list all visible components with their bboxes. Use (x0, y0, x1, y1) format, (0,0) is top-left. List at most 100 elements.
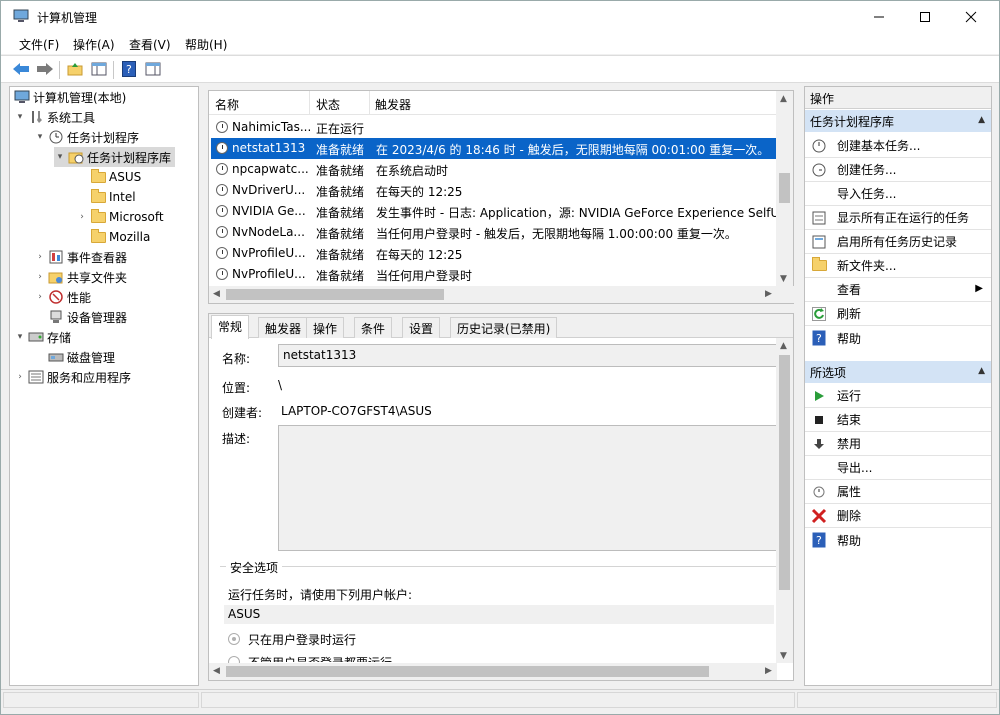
tree-item-microsoft[interactable]: › Microsoft (76, 207, 164, 227)
action-create-task[interactable]: 创建任务... (805, 158, 991, 182)
tree-item-asus[interactable]: ASUS (76, 167, 141, 187)
tab-conditions[interactable]: 条件 (354, 317, 393, 338)
menu-file[interactable]: 文件(F) (19, 36, 59, 53)
tree-item-storage[interactable]: ▾ 存储 (14, 327, 71, 347)
collapse-arrow-icon[interactable]: ▾ (14, 112, 26, 122)
task-row[interactable]: NvProfileU... 准备就绪 在每天的 12:25 (211, 243, 777, 264)
menu-action[interactable]: 操作(A) (73, 36, 115, 53)
maximize-button[interactable] (902, 1, 948, 32)
scroll-up-icon[interactable]: ▲ (780, 94, 787, 104)
scroll-up-icon[interactable]: ▲ (780, 341, 787, 351)
tree-item-device-manager[interactable]: 设备管理器 (34, 307, 127, 327)
run-as-user-field[interactable]: ASUS (224, 605, 774, 624)
action-show-running-tasks[interactable]: 显示所有正在运行的任务 (805, 206, 991, 230)
action-end[interactable]: 结束 (805, 408, 991, 432)
scroll-down-icon[interactable]: ▼ (780, 651, 787, 661)
action-create-basic-task[interactable]: 创建基本任务... (805, 134, 991, 158)
column-header-name[interactable]: 名称 (215, 96, 239, 113)
tree-item-task-scheduler[interactable]: ▾ 任务计划程序 (34, 127, 139, 147)
task-row[interactable]: NvNodeLa... 准备就绪 当任何用户登录时 - 触发后，无限期地每隔 1… (211, 222, 777, 243)
show-hide-tree-button[interactable] (89, 60, 109, 78)
task-row[interactable]: npcapwatc... 准备就绪 在系统启动时 (211, 159, 777, 180)
description-field[interactable] (278, 425, 778, 551)
action-label: 创建任务... (837, 163, 897, 177)
tab-triggers[interactable]: 触发器 (258, 317, 309, 338)
scroll-right-icon[interactable]: ▶ (765, 289, 772, 299)
action-properties[interactable]: 属性 (805, 480, 991, 504)
list-vertical-scrollbar[interactable]: ▲ ▼ (776, 91, 793, 286)
scroll-left-icon[interactable]: ◀ (213, 666, 220, 676)
menu-help[interactable]: 帮助(H) (185, 36, 227, 53)
detail-vertical-scrollbar[interactable]: ▲ ▼ (776, 338, 793, 663)
column-header-trigger[interactable]: 触发器 (375, 96, 411, 113)
action-run[interactable]: 运行 (805, 384, 991, 408)
task-row[interactable]: NahimicTas... 正在运行 (211, 117, 777, 138)
action-export[interactable]: 导出... (805, 456, 991, 480)
action-delete[interactable]: 删除 (805, 504, 991, 528)
tree-item-shared-folders[interactable]: › 共享文件夹 (34, 267, 127, 287)
section-task-scheduler-library[interactable]: 任务计划程序库 ▲ (805, 110, 991, 132)
stop-icon (811, 412, 827, 428)
detail-horizontal-scrollbar[interactable]: ◀ ▶ (209, 663, 777, 680)
tab-history[interactable]: 历史记录(已禁用) (450, 317, 558, 338)
task-clock-icon (216, 184, 228, 196)
tree-item-intel[interactable]: Intel (76, 187, 136, 207)
scroll-right-icon[interactable]: ▶ (765, 666, 772, 676)
help-button[interactable]: ? (119, 60, 139, 78)
tab-settings[interactable]: 设置 (402, 317, 441, 338)
scroll-thumb[interactable] (779, 173, 790, 203)
tree-item-services-apps[interactable]: › 服务和应用程序 (14, 367, 131, 387)
action-import-task[interactable]: 导入任务... (805, 182, 991, 206)
action-help-selected[interactable]: ? 帮助 (805, 528, 991, 552)
radio-run-only-logged-on[interactable] (228, 633, 240, 645)
expand-arrow-icon[interactable]: › (14, 372, 26, 382)
expand-arrow-icon[interactable]: › (76, 212, 88, 222)
minimize-button[interactable] (856, 1, 902, 32)
collapse-caret-icon[interactable]: ▲ (978, 115, 985, 125)
collapse-arrow-icon[interactable]: ▾ (34, 132, 46, 142)
collapse-caret-icon[interactable]: ▲ (978, 366, 985, 376)
scroll-thumb[interactable] (226, 666, 709, 677)
expand-arrow-icon[interactable]: › (34, 272, 46, 282)
task-row-selected[interactable]: netstat1313 准备就绪 在 2023/4/6 的 18:46 时 - … (211, 138, 777, 159)
location-label: 位置: (222, 381, 251, 395)
action-enable-history[interactable]: 启用所有任务历史记录 (805, 230, 991, 254)
tree-item-performance[interactable]: › 性能 (34, 287, 91, 307)
tree-item-event-viewer[interactable]: › 事件查看器 (34, 247, 127, 267)
expand-arrow-icon[interactable]: › (34, 292, 46, 302)
scroll-down-icon[interactable]: ▼ (780, 274, 787, 284)
tab-actions[interactable]: 操作 (306, 317, 345, 338)
action-help[interactable]: ? 帮助 (805, 326, 991, 350)
scroll-thumb[interactable] (226, 289, 444, 300)
tree-item-computer-management[interactable]: 计算机管理(本地) (14, 87, 126, 107)
section-selected-item[interactable]: 所选项 ▲ (805, 361, 991, 383)
scroll-thumb[interactable] (779, 355, 790, 590)
tree-item-task-scheduler-library[interactable]: ▾ 任务计划程序库 (54, 147, 176, 167)
task-row[interactable]: NvProfileU... 准备就绪 当任何用户登录时 (211, 264, 777, 285)
tab-general[interactable]: 常规 (211, 315, 250, 339)
collapse-arrow-icon[interactable]: ▾ (14, 332, 26, 342)
action-disable[interactable]: 禁用 (805, 432, 991, 456)
close-button[interactable] (948, 1, 994, 32)
collapse-arrow-icon[interactable]: ▾ (54, 152, 66, 162)
back-button[interactable] (11, 60, 31, 78)
up-folder-button[interactable] (65, 60, 85, 78)
column-header-status[interactable]: 状态 (316, 96, 340, 113)
title-bar[interactable]: 计算机管理 (1, 1, 999, 32)
action-new-folder[interactable]: 新文件夹... (805, 254, 991, 278)
scroll-left-icon[interactable]: ◀ (213, 289, 220, 299)
clock-icon (48, 129, 64, 145)
action-refresh[interactable]: 刷新 (805, 302, 991, 326)
forward-button[interactable] (35, 60, 55, 78)
action-view[interactable]: 查看 ▶ (805, 278, 991, 302)
expand-arrow-icon[interactable]: › (34, 252, 46, 262)
tree-item-mozilla[interactable]: Mozilla (76, 227, 150, 247)
menu-view[interactable]: 查看(V) (129, 36, 171, 53)
name-field[interactable]: netstat1313 (278, 344, 778, 367)
tree-item-system-tools[interactable]: ▾ 系统工具 (14, 107, 95, 127)
tree-item-disk-management[interactable]: 磁盘管理 (34, 347, 115, 367)
task-row[interactable]: NvDriverU... 准备就绪 在每天的 12:25 (211, 180, 777, 201)
list-horizontal-scrollbar[interactable]: ◀ ▶ (209, 286, 777, 303)
task-row[interactable]: NVIDIA Ge... 准备就绪 发生事件时 - 日志: Applicatio… (211, 201, 777, 222)
show-action-pane-button[interactable] (143, 60, 163, 78)
